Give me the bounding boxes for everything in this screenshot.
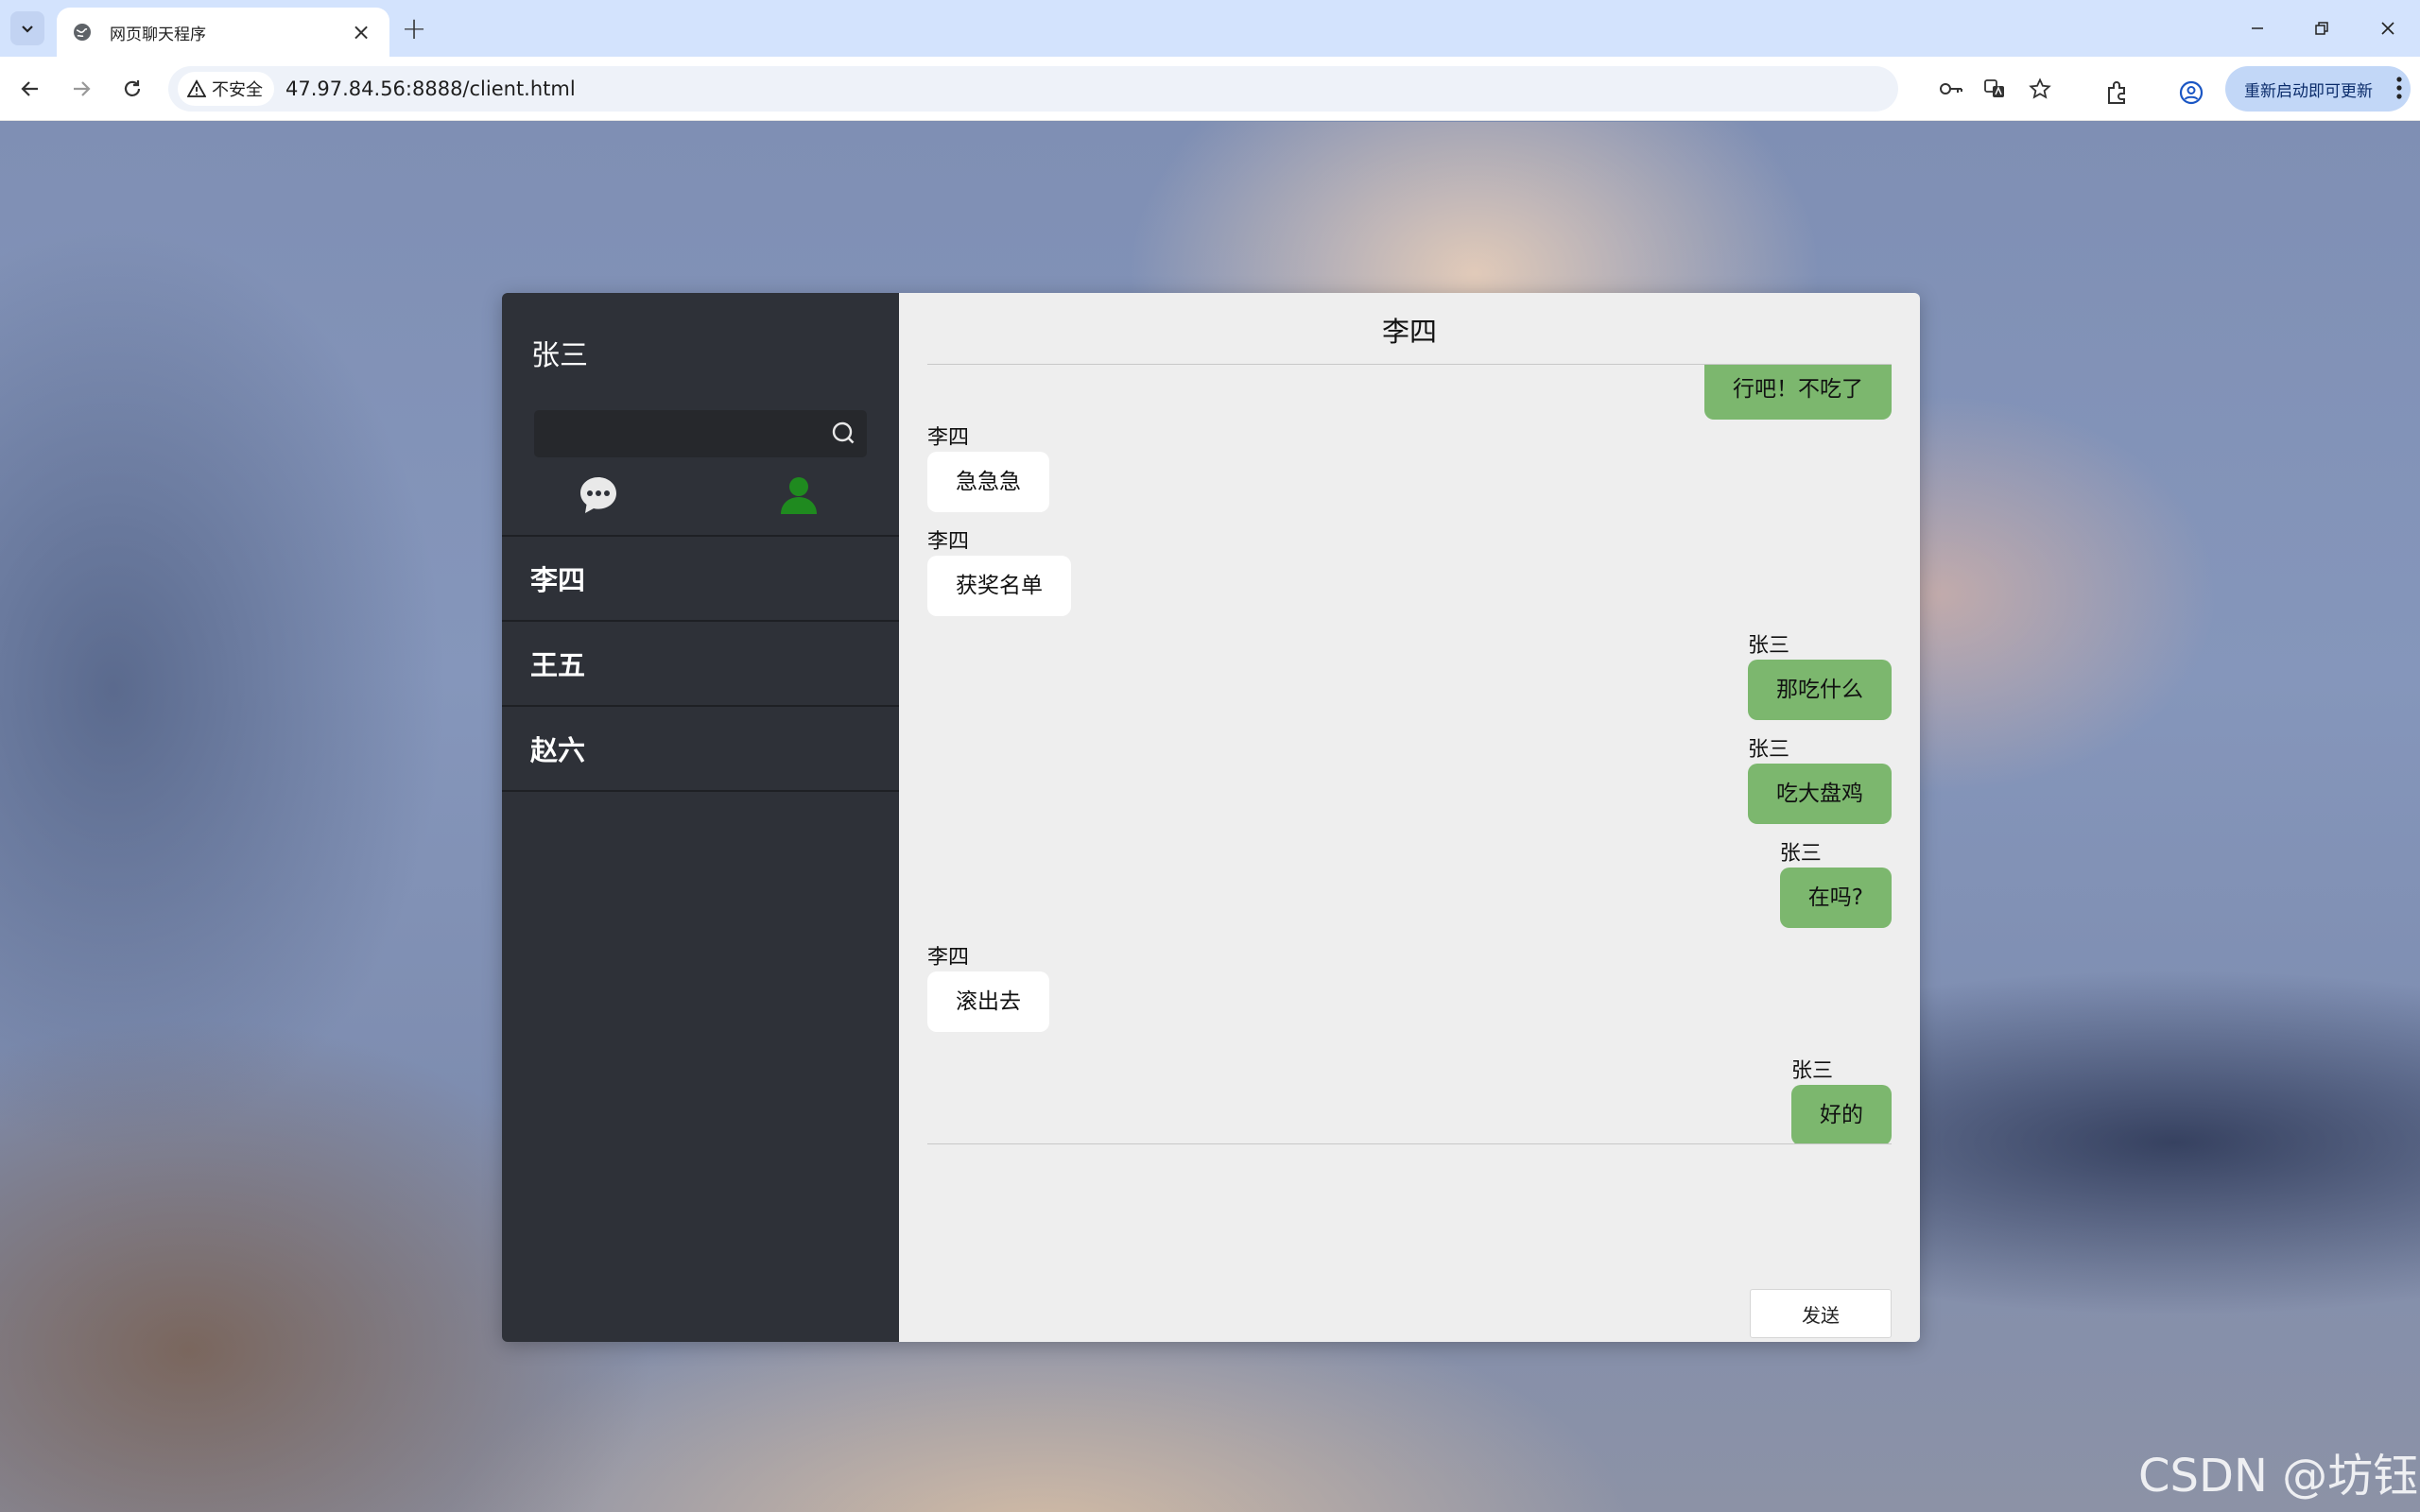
message-bubble: 在吗? [1779,868,1892,928]
extensions-icon[interactable] [2102,77,2133,108]
message-item: 行吧！不吃了 [1704,365,1892,420]
message-item: 张三 好的 [1791,1058,1892,1143]
restore-button[interactable] [2288,8,2356,49]
message-sender: 李四 [927,426,970,450]
message-item: 李四 获奖名单 [927,529,1071,616]
search-input[interactable] [534,410,867,457]
sidebar: 张三 李四 王五 赵六 [502,293,899,1342]
reload-icon [124,80,141,96]
contact-list: 李四 王五 赵六 [502,535,899,792]
message-item: 张三 那吃什么 [1748,633,1892,720]
contact-item-wangwu[interactable]: 王五 [502,622,899,707]
message-item: 张三 吃大盘鸡 [1748,737,1892,824]
security-label: 不安全 [212,80,263,100]
message-item: 张三 在吗? [1779,841,1892,928]
url-text[interactable]: 47.97.84.56:8888/client.html [285,77,576,100]
message-sender: 张三 [1779,842,1822,866]
input-divider [927,1143,1892,1144]
translate-icon[interactable] [1981,76,2008,102]
close-window-button[interactable] [2354,8,2420,49]
message-bubble: 好的 [1791,1085,1892,1143]
minimize-icon [2252,27,2263,29]
contact-person-icon[interactable] [778,474,820,516]
message-sender: 李四 [927,946,970,970]
watermark: CSDN @坊钰 [2138,1450,2419,1503]
search-icon[interactable] [829,420,857,448]
chevron-down-icon [22,26,33,33]
page-background: 张三 李四 王五 赵六 李四 行吧！不吃了 李四 急急急 李四 获奖名单 张三 … [0,122,2420,1512]
forward-button[interactable] [64,72,98,106]
message-item: 李四 滚出去 [927,945,1049,1032]
sidebar-tabs [502,474,899,533]
chat-bubble-icon[interactable] [578,474,619,516]
security-chip[interactable]: 不安全 [178,72,274,106]
close-icon [2381,22,2394,35]
profile-icon[interactable] [2176,77,2206,108]
chat-peer-title: 李四 [1381,316,1437,348]
arrow-right-icon [74,81,91,96]
address-bar[interactable]: 不安全 47.97.84.56:8888/client.html [168,66,2051,112]
new-tab-button[interactable]: + [397,10,431,46]
message-sender: 张三 [1748,738,1790,762]
message-item: 李四 急急急 [927,425,1049,512]
message-area[interactable]: 行吧！不吃了 李四 急急急 李四 获奖名单 张三 那吃什么 张三 吃大盘鸡 张三… [927,365,1892,1143]
update-button[interactable]: 重新启动即可更新 [2225,66,2411,112]
update-label: 重新启动即可更新 [2244,81,2373,101]
message-bubble: 吃大盘鸡 [1748,764,1892,824]
reload-button[interactable] [115,72,149,106]
tab-search-button[interactable] [10,11,44,45]
close-tab-icon[interactable]: × [348,19,374,45]
message-bubble: 那吃什么 [1748,660,1892,720]
key-icon[interactable] [1938,76,1964,102]
more-vertical-icon [2396,77,2402,99]
globe-icon [74,24,91,41]
restore-icon [2315,22,2328,35]
current-user-name: 张三 [531,339,588,372]
message-bubble: 行吧！不吃了 [1704,365,1892,420]
browser-toolbar: 不安全 47.97.84.56:8888/client.html [0,57,2420,121]
message-sender: 张三 [1748,634,1790,658]
back-button[interactable] [13,72,47,106]
message-bubble: 急急急 [927,452,1049,512]
minimize-button[interactable] [2223,8,2291,49]
contact-item-zhaoliu[interactable]: 赵六 [502,707,899,792]
message-bubble: 获奖名单 [927,556,1071,616]
message-sender: 李四 [927,530,970,554]
chat-window: 张三 李四 王五 赵六 李四 行吧！不吃了 李四 急急急 李四 获奖名单 张三 … [502,293,1920,1342]
contact-item-lisi[interactable]: 李四 [502,537,899,622]
browser-tab-bar: 网页聊天程序 × + [0,0,2420,57]
send-button[interactable]: 发送 [1750,1289,1892,1338]
message-sender: 张三 [1791,1059,1834,1083]
arrow-left-icon [21,81,38,96]
star-icon[interactable] [2027,76,2053,102]
message-input[interactable] [927,1145,1892,1283]
browser-tab[interactable]: 网页聊天程序 × [57,8,389,57]
message-bubble: 滚出去 [927,971,1049,1032]
warning-icon [187,79,206,97]
chat-main: 李四 行吧！不吃了 李四 急急急 李四 获奖名单 张三 那吃什么 张三 吃大盘鸡… [899,293,1920,1342]
tab-title: 网页聊天程序 [110,25,206,44]
